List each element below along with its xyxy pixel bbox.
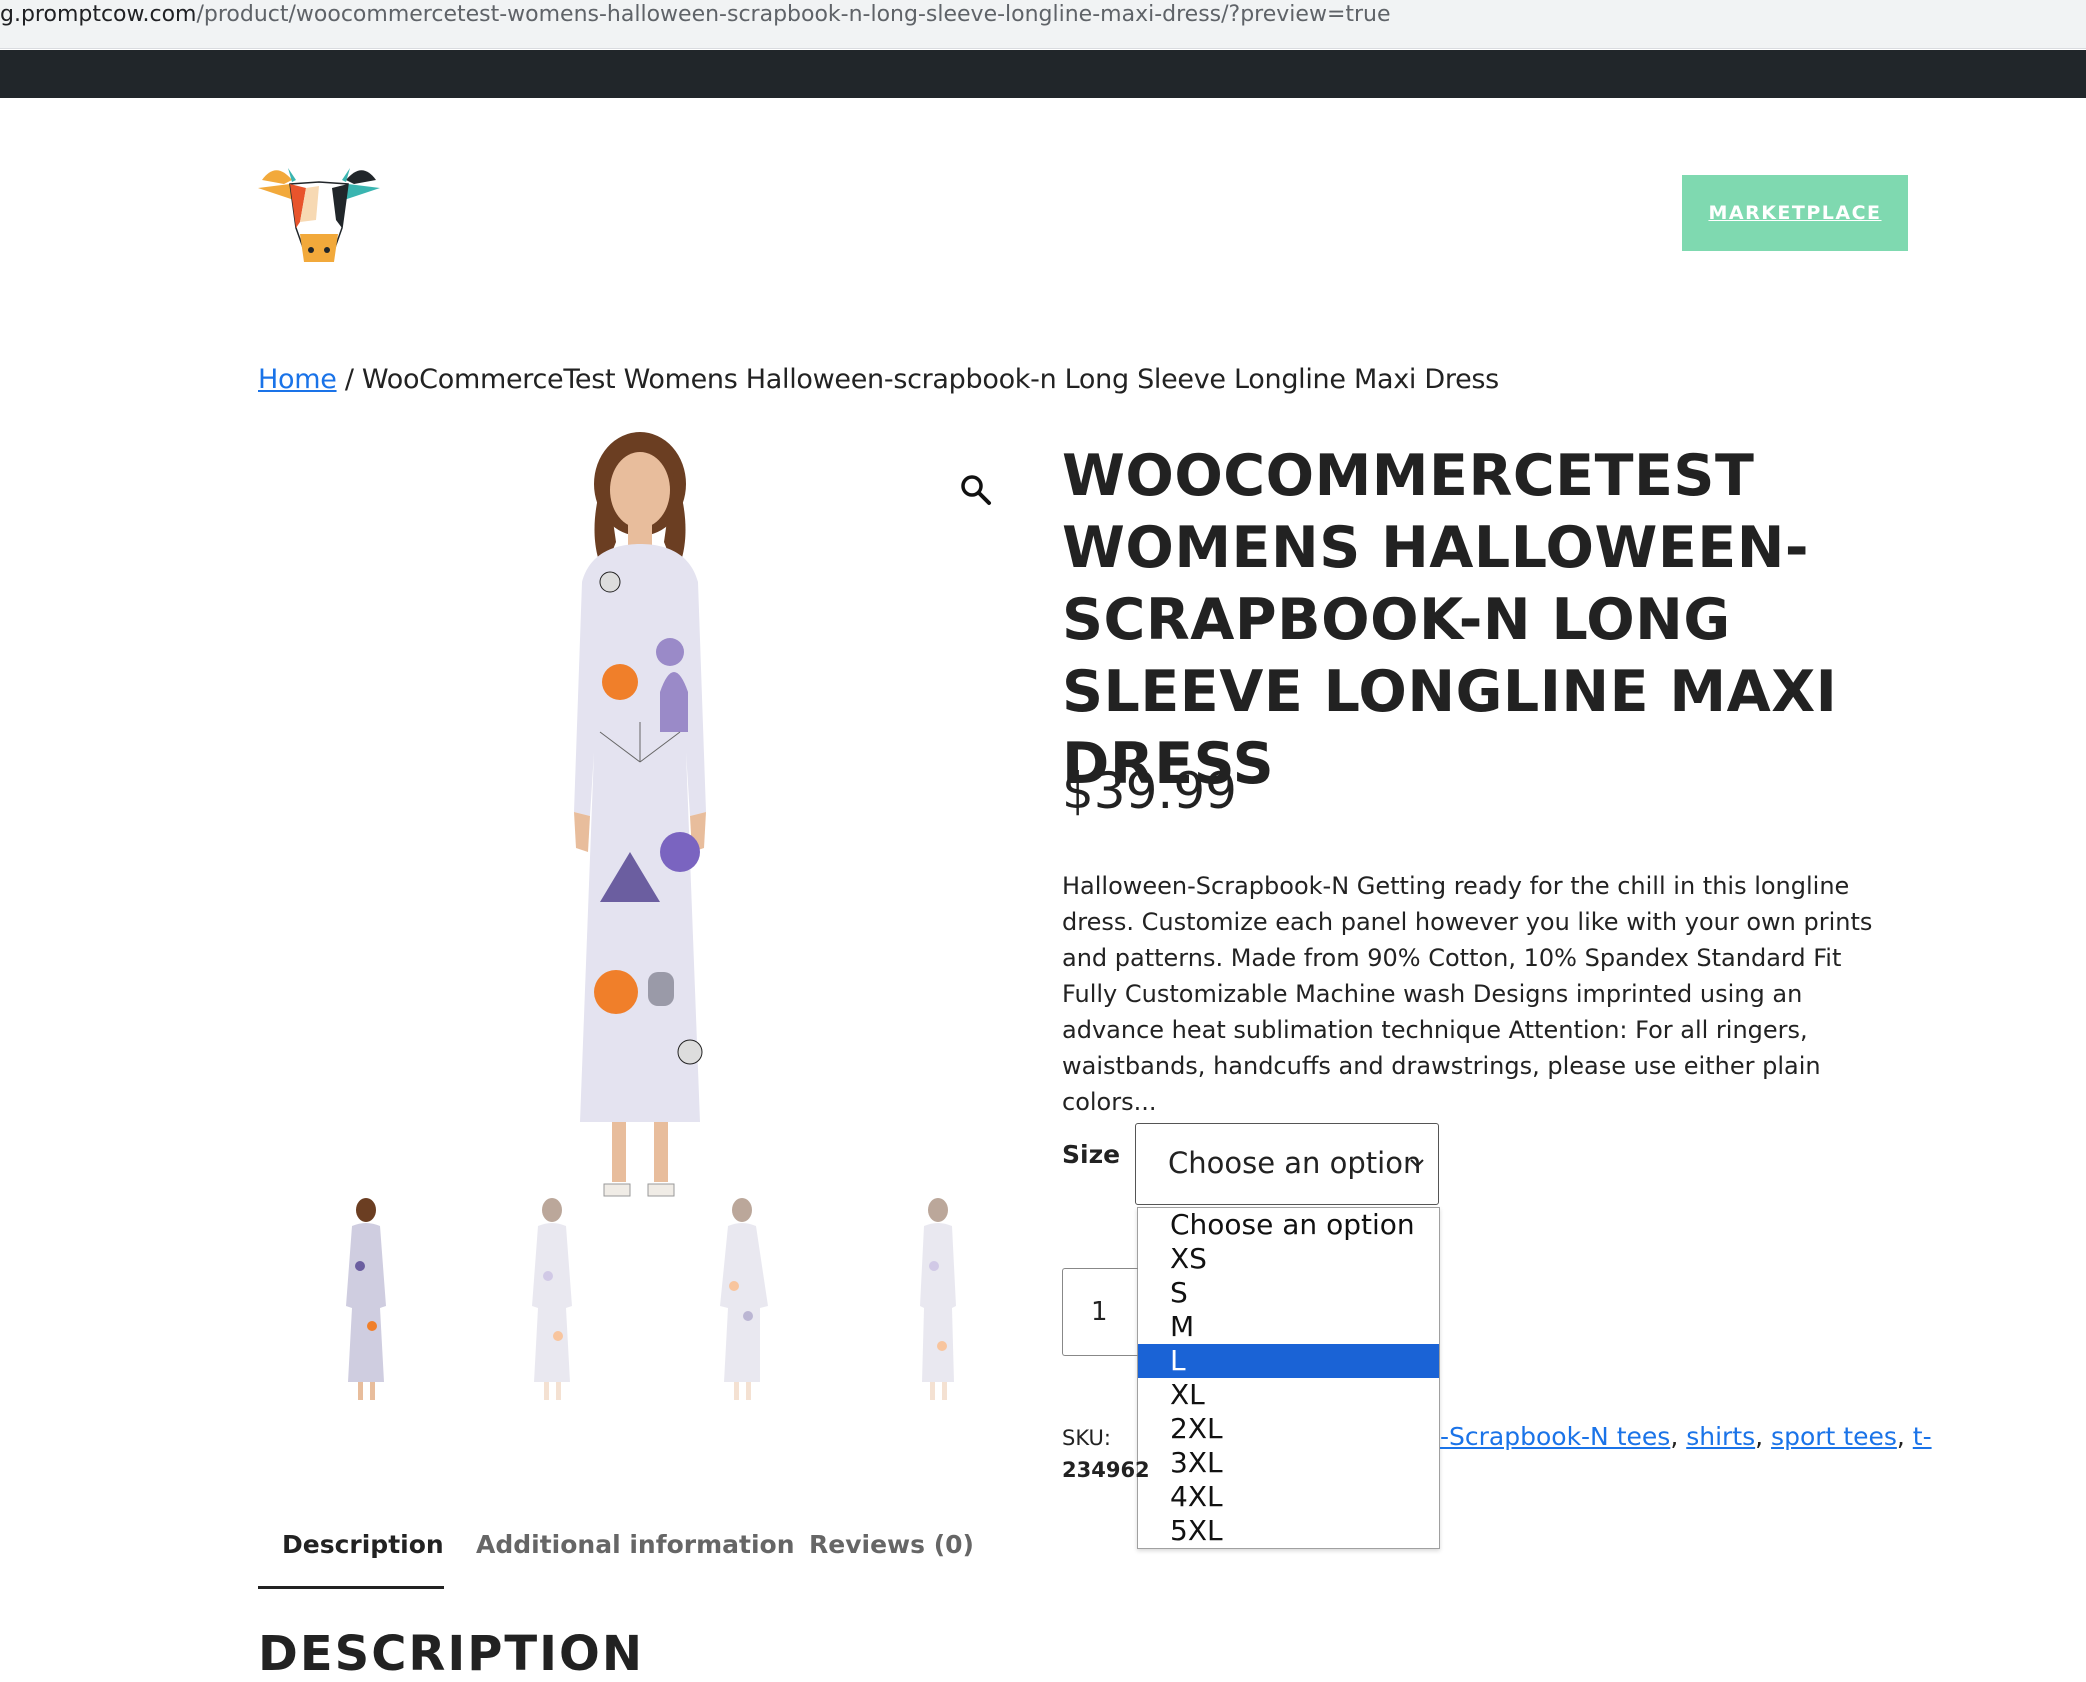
product-price: $39.99 [1062, 762, 1237, 820]
product-main-image[interactable] [520, 432, 760, 1207]
sku-label: SKU: [1062, 1426, 1111, 1450]
tab-additional-information[interactable]: Additional information [476, 1530, 795, 1559]
size-option[interactable]: XL [1138, 1378, 1439, 1412]
breadcrumb-current: WooCommerceTest Womens Halloween-scrapbo… [361, 364, 1499, 395]
cow-logo-icon[interactable] [258, 158, 380, 270]
size-option[interactable]: 4XL [1138, 1480, 1439, 1514]
product-short-description: Halloween-Scrapbook-N Getting ready for … [1062, 872, 1873, 1116]
size-option[interactable]: 3XL [1138, 1446, 1439, 1480]
size-option[interactable]: M [1138, 1310, 1439, 1344]
size-dropdown-list: Choose an option XS S M L XL 2XL 3XL 4XL… [1137, 1207, 1440, 1549]
marketplace-button[interactable]: MARKETPLACE [1682, 175, 1908, 251]
size-option[interactable]: XS [1138, 1242, 1439, 1276]
product-thumbnail-4[interactable] [898, 1196, 978, 1406]
breadcrumb-home-link[interactable]: Home [258, 364, 337, 395]
product-tags: -Scrapbook-N tees, shirts, sport tees, t… [1440, 1422, 1932, 1451]
product-title: WOOCOMMERCETEST WOMENS HALLOWEEN-SCRAPBO… [1062, 443, 1838, 797]
description-heading: DESCRIPTION [258, 1626, 645, 1682]
sku-value: 234962 [1062, 1458, 1150, 1482]
size-label: Size [1062, 1140, 1121, 1169]
tab-description[interactable]: Description [282, 1530, 444, 1559]
site-top-bar [0, 50, 2086, 98]
size-option[interactable]: 5XL [1138, 1514, 1439, 1548]
tag-link[interactable]: sport tees [1771, 1422, 1897, 1451]
chevron-down-icon [1410, 1159, 1424, 1168]
size-option-highlighted[interactable]: L [1138, 1344, 1439, 1378]
tag-link[interactable]: t- [1913, 1422, 1932, 1451]
product-thumbnail-3[interactable] [702, 1196, 782, 1406]
size-option[interactable]: Choose an option [1138, 1208, 1439, 1242]
breadcrumb: Home / WooCommerceTest Womens Halloween-… [258, 364, 1499, 395]
url-path: /product/woocommercetest-womens-hallowee… [196, 2, 1391, 27]
tag-link[interactable]: -Scrapbook-N tees [1440, 1422, 1670, 1451]
product-thumbnail-2[interactable] [508, 1196, 588, 1406]
size-select-value: Choose an option [1168, 1146, 1422, 1180]
tag-link[interactable]: shirts [1686, 1422, 1755, 1451]
browser-address-bar[interactable]: g.promptcow.com/product/woocommercetest-… [0, 0, 2086, 49]
size-option[interactable]: S [1138, 1276, 1439, 1310]
size-select[interactable]: Choose an option [1135, 1123, 1439, 1205]
magnifier-icon[interactable] [958, 472, 992, 506]
url-text[interactable]: g.promptcow.com/product/woocommercetest-… [0, 2, 1391, 27]
url-host: g.promptcow.com [0, 2, 197, 27]
breadcrumb-separator: / [336, 364, 362, 395]
tab-reviews[interactable]: Reviews (0) [809, 1530, 974, 1559]
quantity-input[interactable]: 1 [1062, 1268, 1138, 1356]
product-thumbnail-1[interactable] [326, 1196, 406, 1406]
size-option[interactable]: 2XL [1138, 1412, 1439, 1446]
quantity-value: 1 [1091, 1297, 1108, 1327]
active-tab-indicator [258, 1586, 444, 1589]
product-thumbnail-gallery [258, 1196, 978, 1406]
